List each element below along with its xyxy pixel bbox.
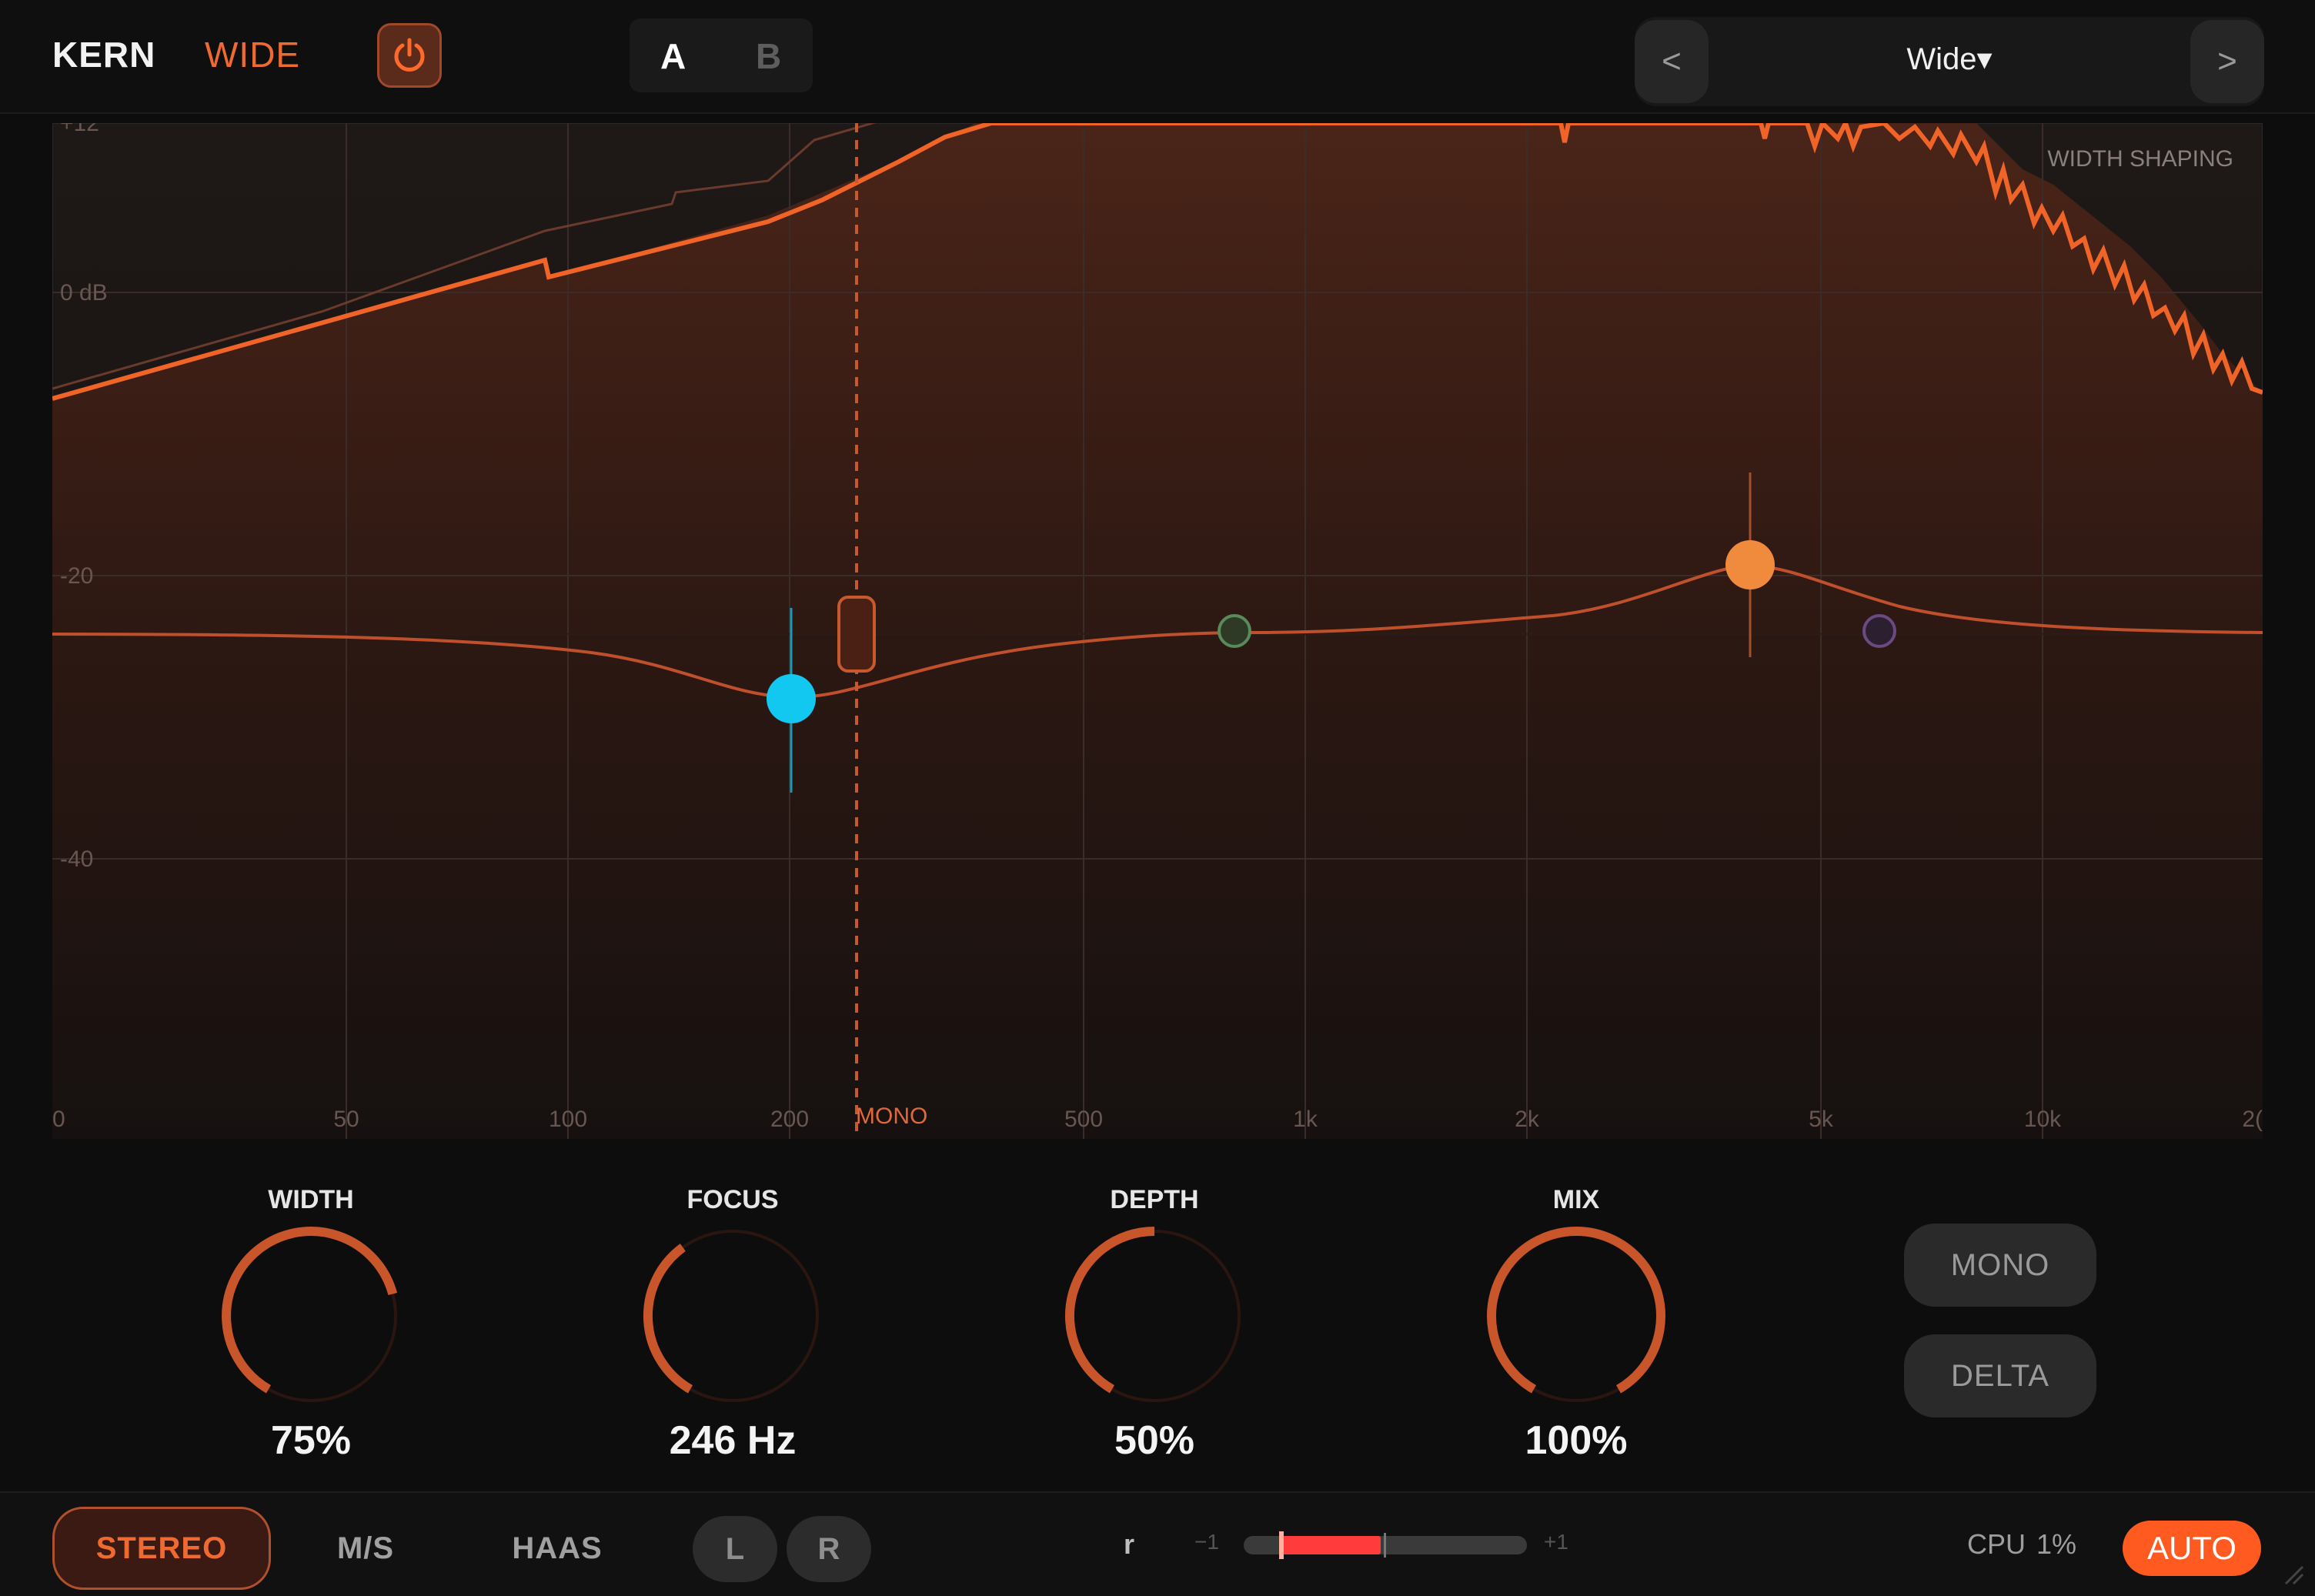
mix-knob-value: 100% — [1525, 1418, 1628, 1463]
depth-knob-label: DEPTH — [1110, 1185, 1199, 1214]
correlation-meter — [1244, 1531, 1527, 1559]
low-mid-band-node[interactable] — [1218, 614, 1251, 648]
y-axis-label: 0 dB — [60, 280, 108, 306]
correlation-label: r — [1124, 1528, 1135, 1560]
depth-knob-value: 50% — [1114, 1418, 1195, 1463]
width-knob[interactable]: WIDTH 75% — [195, 1177, 426, 1485]
low-band-node[interactable] — [767, 674, 816, 723]
correlation-meter-marker — [1279, 1531, 1284, 1559]
correlation-max-label: +1 — [1544, 1530, 1568, 1554]
x-axis-label: 50 — [333, 1107, 359, 1132]
correlation-meter-center — [1384, 1533, 1386, 1558]
auto-button[interactable]: AUTO — [2123, 1521, 2261, 1576]
cpu-value: 1% — [2036, 1528, 2077, 1560]
x-axis-label: 2( — [2242, 1107, 2263, 1132]
mix-knob[interactable]: MIX 100% — [1461, 1177, 1692, 1485]
correlation-meter-fill — [1281, 1536, 1381, 1554]
x-axis-label: 10k — [2024, 1107, 2062, 1132]
mode-tab-stereo[interactable]: STEREO — [52, 1507, 271, 1590]
mono-button[interactable]: MONO — [1904, 1224, 2096, 1307]
focus-knob-value: 246 Hz — [669, 1418, 797, 1463]
graph-canvas: WIDTH SHAPING +12 0 dB -20 -40 0 50 100 … — [52, 123, 2263, 1139]
y-axis-label: -40 — [60, 846, 93, 872]
depth-knob-dial — [1064, 1227, 1241, 1402]
mono-crossover-handle[interactable] — [837, 596, 876, 673]
focus-knob-dial — [643, 1230, 819, 1402]
width-knob-value: 75% — [270, 1418, 352, 1463]
left-channel-button[interactable]: L — [693, 1516, 777, 1582]
x-axis-label: 200 — [770, 1107, 809, 1132]
resize-grip-icon[interactable] — [2281, 1562, 2304, 1585]
delta-button[interactable]: DELTA — [1904, 1334, 2096, 1417]
mix-knob-dial — [1487, 1227, 1665, 1402]
width-shaping-graph[interactable]: WIDTH SHAPING +12 0 dB -20 -40 0 50 100 … — [52, 123, 2263, 1139]
y-axis-label: -20 — [60, 563, 93, 589]
x-axis-label: 0 — [52, 1107, 65, 1132]
plugin-name: WIDE — [205, 35, 301, 75]
cpu-label: CPU — [1967, 1528, 2026, 1560]
x-axis-label: 500 — [1064, 1107, 1103, 1132]
high-band-node[interactable] — [1725, 540, 1775, 589]
panel-label: WIDTH SHAPING — [2047, 146, 2233, 172]
x-axis-label: 100 — [549, 1107, 587, 1132]
depth-knob[interactable]: DEPTH 50% — [1039, 1177, 1270, 1485]
brand-name: KERN — [52, 35, 156, 75]
ab-compare: A B — [630, 18, 813, 92]
mode-tab-ms[interactable]: M/S — [308, 1507, 423, 1590]
plugin-window: KERN WIDE A B < Wide▾ > WIDTH SHAPING +1… — [0, 0, 2315, 1596]
ab-button-a[interactable]: A — [660, 35, 686, 77]
y-axis-label: +12 — [60, 123, 99, 136]
width-knob-label: WIDTH — [268, 1185, 354, 1214]
mode-tab-haas[interactable]: HAAS — [493, 1507, 622, 1590]
right-channel-button[interactable]: R — [787, 1516, 871, 1582]
preset-dropdown[interactable]: Wide▾ — [1635, 42, 2264, 77]
preset-selector: < Wide▾ > — [1635, 17, 2264, 106]
footer-bar: STEREO M/S HAAS L R r −1 +1 CPU 1% AUTO — [0, 1491, 2315, 1596]
correlation-min-label: −1 — [1194, 1530, 1219, 1554]
mix-knob-label: MIX — [1552, 1185, 1600, 1214]
x-axis-label: 2k — [1515, 1107, 1540, 1132]
mono-crossover-label: MONO — [856, 1104, 927, 1129]
power-icon — [394, 38, 425, 72]
power-button[interactable] — [377, 23, 442, 88]
focus-knob[interactable]: FOCUS 246 Hz — [617, 1177, 848, 1485]
ab-button-b[interactable]: B — [756, 35, 781, 77]
preset-next-button[interactable]: > — [2190, 20, 2264, 103]
x-axis-label: 1k — [1293, 1107, 1318, 1132]
width-knob-dial — [222, 1227, 398, 1402]
focus-knob-label: FOCUS — [686, 1185, 779, 1214]
air-band-node[interactable] — [1862, 614, 1896, 648]
x-axis-label: 5k — [1809, 1107, 1834, 1132]
header-bar: KERN WIDE A B < Wide▾ > — [0, 0, 2315, 114]
